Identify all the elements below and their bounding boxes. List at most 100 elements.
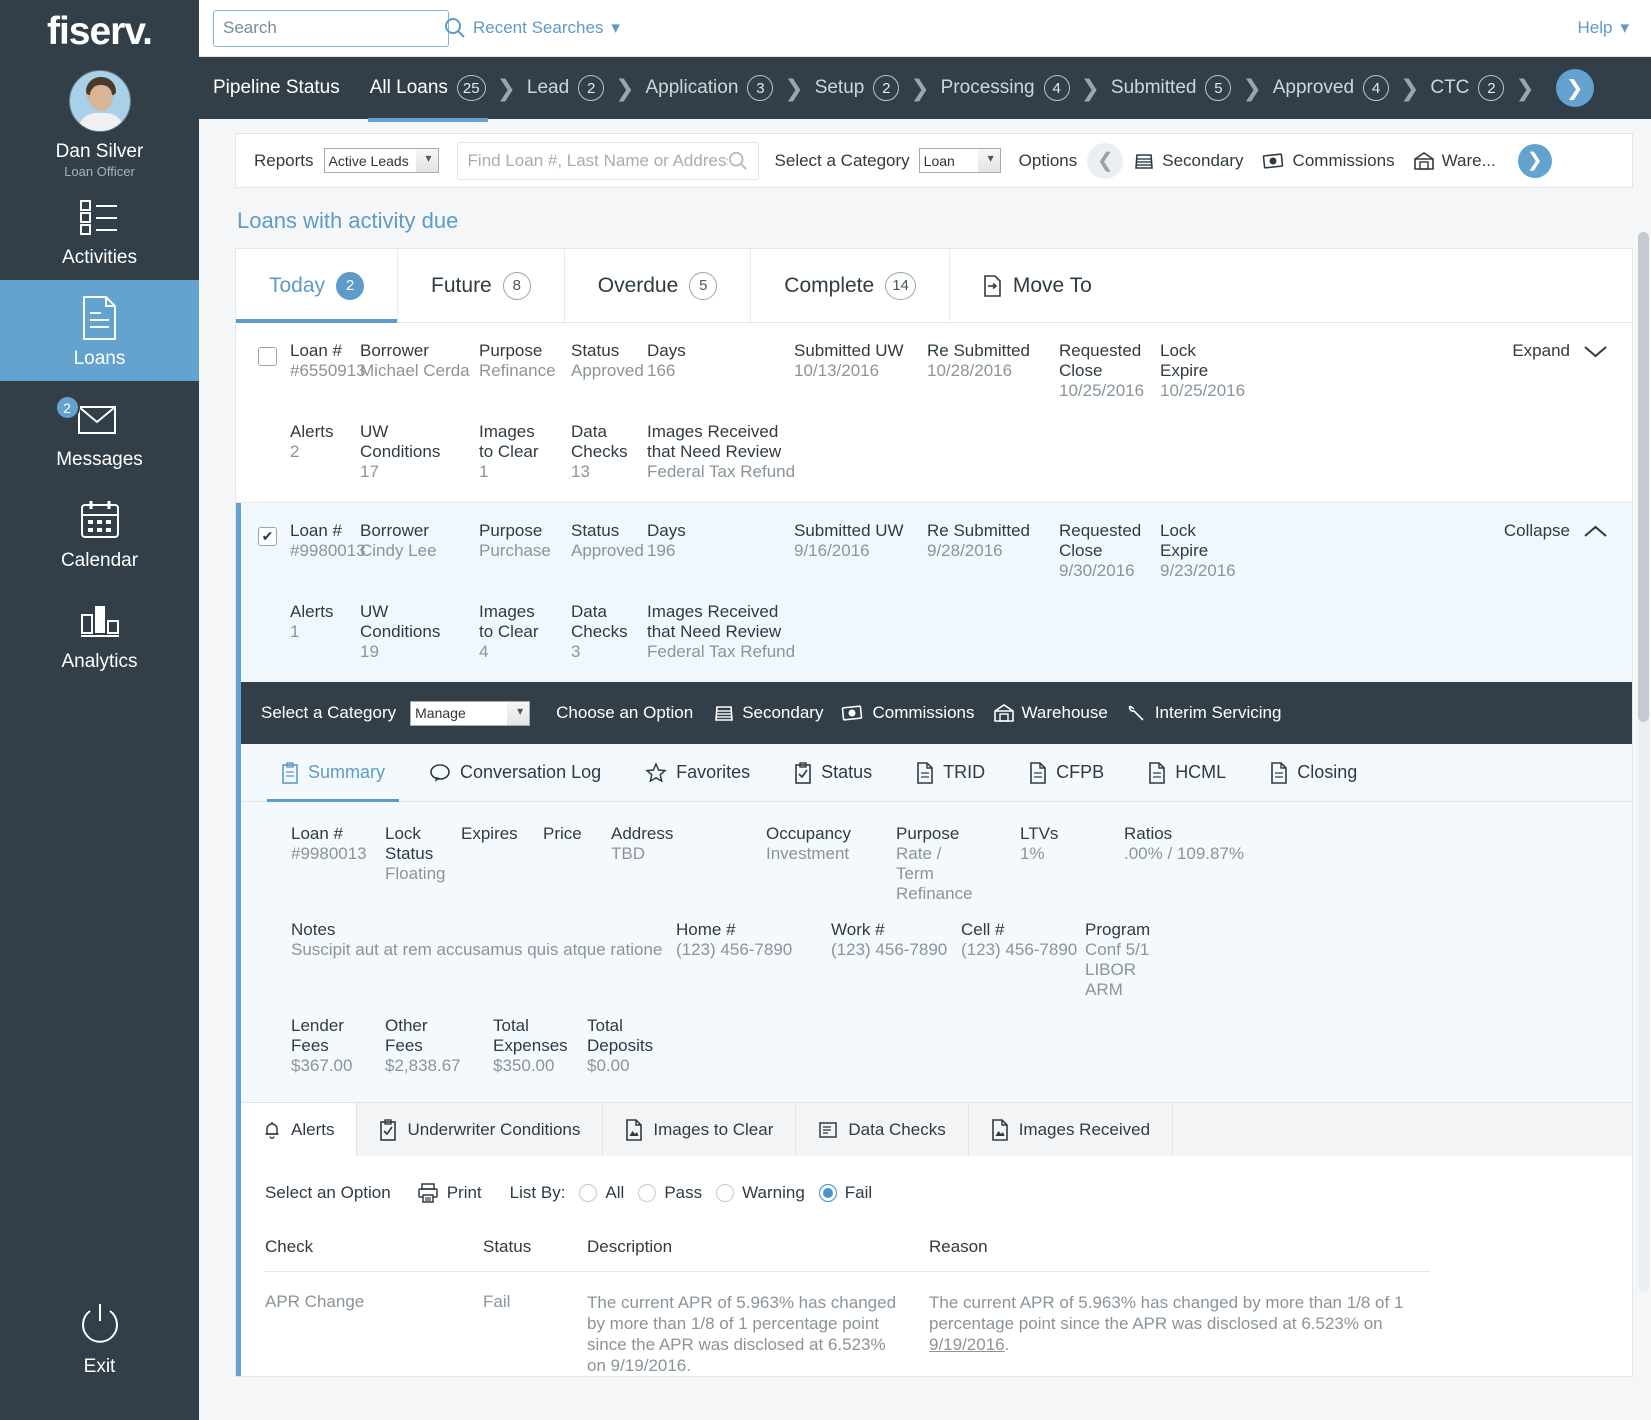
sidebar-item-messages[interactable]: 2 Messages <box>0 381 199 482</box>
recent-searches-dropdown[interactable]: Recent Searches ▾ <box>473 18 620 38</box>
exit-button[interactable]: Exit <box>0 1300 199 1378</box>
field-value: 9/28/2016 <box>927 541 1003 560</box>
field-label: Price <box>543 824 582 843</box>
tool-commissions[interactable]: Commissions <box>1262 151 1395 171</box>
stage-label: Processing <box>940 77 1035 98</box>
sidebar-item-label: Calendar <box>60 550 139 571</box>
find-loan-box[interactable] <box>456 141 759 180</box>
tool-commissions[interactable]: Commissions <box>841 703 975 723</box>
field-label: Alerts <box>290 602 334 621</box>
sidebar-item-loans[interactable]: Loans <box>0 280 199 381</box>
search-box[interactable] <box>213 9 465 47</box>
chevron-right-icon: ❯ <box>784 74 804 101</box>
tab-favorites[interactable]: Favorites <box>623 744 772 801</box>
tab-cfpb[interactable]: CFPB <box>1007 744 1126 801</box>
tab-alerts[interactable]: Alerts <box>241 1103 358 1156</box>
tool-label: Interim Servicing <box>1154 703 1282 722</box>
stage-count: 2 <box>1478 75 1505 101</box>
radio-fail[interactable] <box>818 1183 837 1202</box>
field-label: Re Submitted <box>927 521 1030 540</box>
sidebar-item-calendar[interactable]: Calendar <box>0 482 199 583</box>
search-input[interactable] <box>223 18 444 38</box>
tool-warehouse[interactable]: Warehouse <box>993 703 1108 723</box>
tool-secondary[interactable]: Secondary <box>713 703 823 723</box>
tab-hcml[interactable]: HCML <box>1126 744 1248 801</box>
tab-images-to-clear[interactable]: Images to Clear <box>603 1103 797 1156</box>
main-area: Recent Searches ▾ Help ▾ Pipeline Status… <box>199 0 1651 1420</box>
bell-icon <box>263 1120 281 1140</box>
tab-today[interactable]: Today 2 <box>236 249 399 323</box>
tool-label: Commissions <box>1292 150 1395 170</box>
pipeline-title: Pipeline Status <box>213 77 340 98</box>
stack-icon <box>713 703 735 723</box>
move-to-button[interactable]: Move To <box>950 249 1125 322</box>
radio-pass[interactable] <box>638 1183 657 1202</box>
tab-status[interactable]: Status <box>772 744 894 801</box>
sidebar-item-activities[interactable]: Activities <box>0 179 199 280</box>
manage-category-select[interactable]: Manage <box>410 700 531 726</box>
pipeline-next-button[interactable]: ❯ <box>1555 69 1594 107</box>
tab-summary[interactable]: Summary <box>259 744 407 802</box>
tab-overdue[interactable]: Overdue 5 <box>565 249 752 322</box>
pipeline-stage-setup[interactable]: Setup 2 <box>813 75 902 101</box>
sidebar-item-analytics[interactable]: Analytics <box>0 583 199 684</box>
tab-label: Today <box>269 273 326 297</box>
loan-row-checkbox[interactable] <box>258 347 277 366</box>
pipeline-stage-lead[interactable]: Lead 2 <box>525 75 606 101</box>
loan-row[interactable]: Loan # #6550913 Borrower Michael Cerda Pur… <box>236 323 1632 503</box>
tab-underwriter-conditions[interactable]: Underwriter Conditions <box>357 1103 604 1156</box>
collapse-toggle[interactable]: Collapse <box>1504 521 1608 541</box>
pipeline-stage-all-loans[interactable]: All Loans 25 <box>367 75 488 122</box>
expand-toggle[interactable]: Expand <box>1512 341 1608 361</box>
vertical-scrollbar[interactable] <box>1638 232 1649 1292</box>
reason-date-link[interactable]: 9/19/2016 <box>929 1335 1005 1354</box>
pipeline-stage-processing[interactable]: Processing 4 <box>939 75 1072 101</box>
loan-row[interactable]: ✔ Loan # #9980013 Borrower Cindy Lee Purpo… <box>236 503 1632 682</box>
category-label: Select a Category <box>774 150 910 170</box>
tab-trid[interactable]: TRID <box>894 744 1007 801</box>
star-icon <box>645 762 667 783</box>
tab-count: 8 <box>502 271 531 300</box>
pipeline-stage-submitted[interactable]: Submitted 5 <box>1109 75 1234 101</box>
help-menu[interactable]: Help ▾ <box>1577 18 1629 38</box>
field-value: 166 <box>647 361 676 380</box>
pipeline-stage-ctc[interactable]: CTC 2 <box>1428 75 1506 101</box>
document-icon <box>76 294 124 342</box>
scrollbar-thumb[interactable] <box>1638 232 1649 722</box>
table-row[interactable]: APR Change Fail The current APR of 5.963… <box>265 1272 1430 1376</box>
field-value: Purchase <box>479 541 551 560</box>
field-value: 1 <box>290 622 300 641</box>
reports-select[interactable]: Active Leads <box>323 148 439 173</box>
field-label: Days <box>647 341 686 360</box>
sidebar-item-label: Messages <box>56 449 143 470</box>
toolbar-next-button[interactable]: ❯ <box>1517 143 1552 178</box>
field-label: Requested Close <box>1059 521 1142 560</box>
tool-warehouse[interactable]: Ware... <box>1413 151 1496 171</box>
tab-future[interactable]: Future 8 <box>398 249 565 322</box>
tab-conversation-log[interactable]: Conversation Log <box>407 744 623 801</box>
search-icon[interactable] <box>444 17 466 39</box>
loan-row-checkbox[interactable]: ✔ <box>258 527 277 546</box>
sidebar-item-label: Activities <box>62 247 137 268</box>
radio-all-label: All <box>605 1182 625 1202</box>
radio-warning[interactable] <box>716 1183 735 1202</box>
pipeline-stage-approved[interactable]: Approved 4 <box>1271 75 1391 101</box>
search-icon[interactable] <box>728 151 748 171</box>
bar-chart-icon <box>76 597 124 645</box>
print-button[interactable]: Print <box>417 1182 482 1203</box>
category-select[interactable]: Loan <box>918 148 1001 173</box>
options-prev-button[interactable]: ❮ <box>1087 142 1124 179</box>
radio-all[interactable] <box>579 1183 598 1202</box>
pipeline-stage-application[interactable]: Application 3 <box>643 75 775 101</box>
field-label: Status <box>571 341 620 360</box>
tab-complete[interactable]: Complete 14 <box>751 249 950 322</box>
tab-closing[interactable]: Closing <box>1248 744 1379 801</box>
find-loan-input[interactable] <box>467 150 728 171</box>
tab-images-received[interactable]: Images Received <box>968 1103 1174 1156</box>
tool-interim-servicing[interactable]: Interim Servicing <box>1126 703 1282 723</box>
tab-data-checks[interactable]: Data Checks <box>796 1103 969 1156</box>
chevron-right-icon: ❯ <box>1515 74 1535 101</box>
stage-count: 4 <box>1043 75 1070 101</box>
radio-pass-label: Pass <box>664 1182 703 1202</box>
tool-secondary[interactable]: Secondary <box>1133 151 1244 171</box>
